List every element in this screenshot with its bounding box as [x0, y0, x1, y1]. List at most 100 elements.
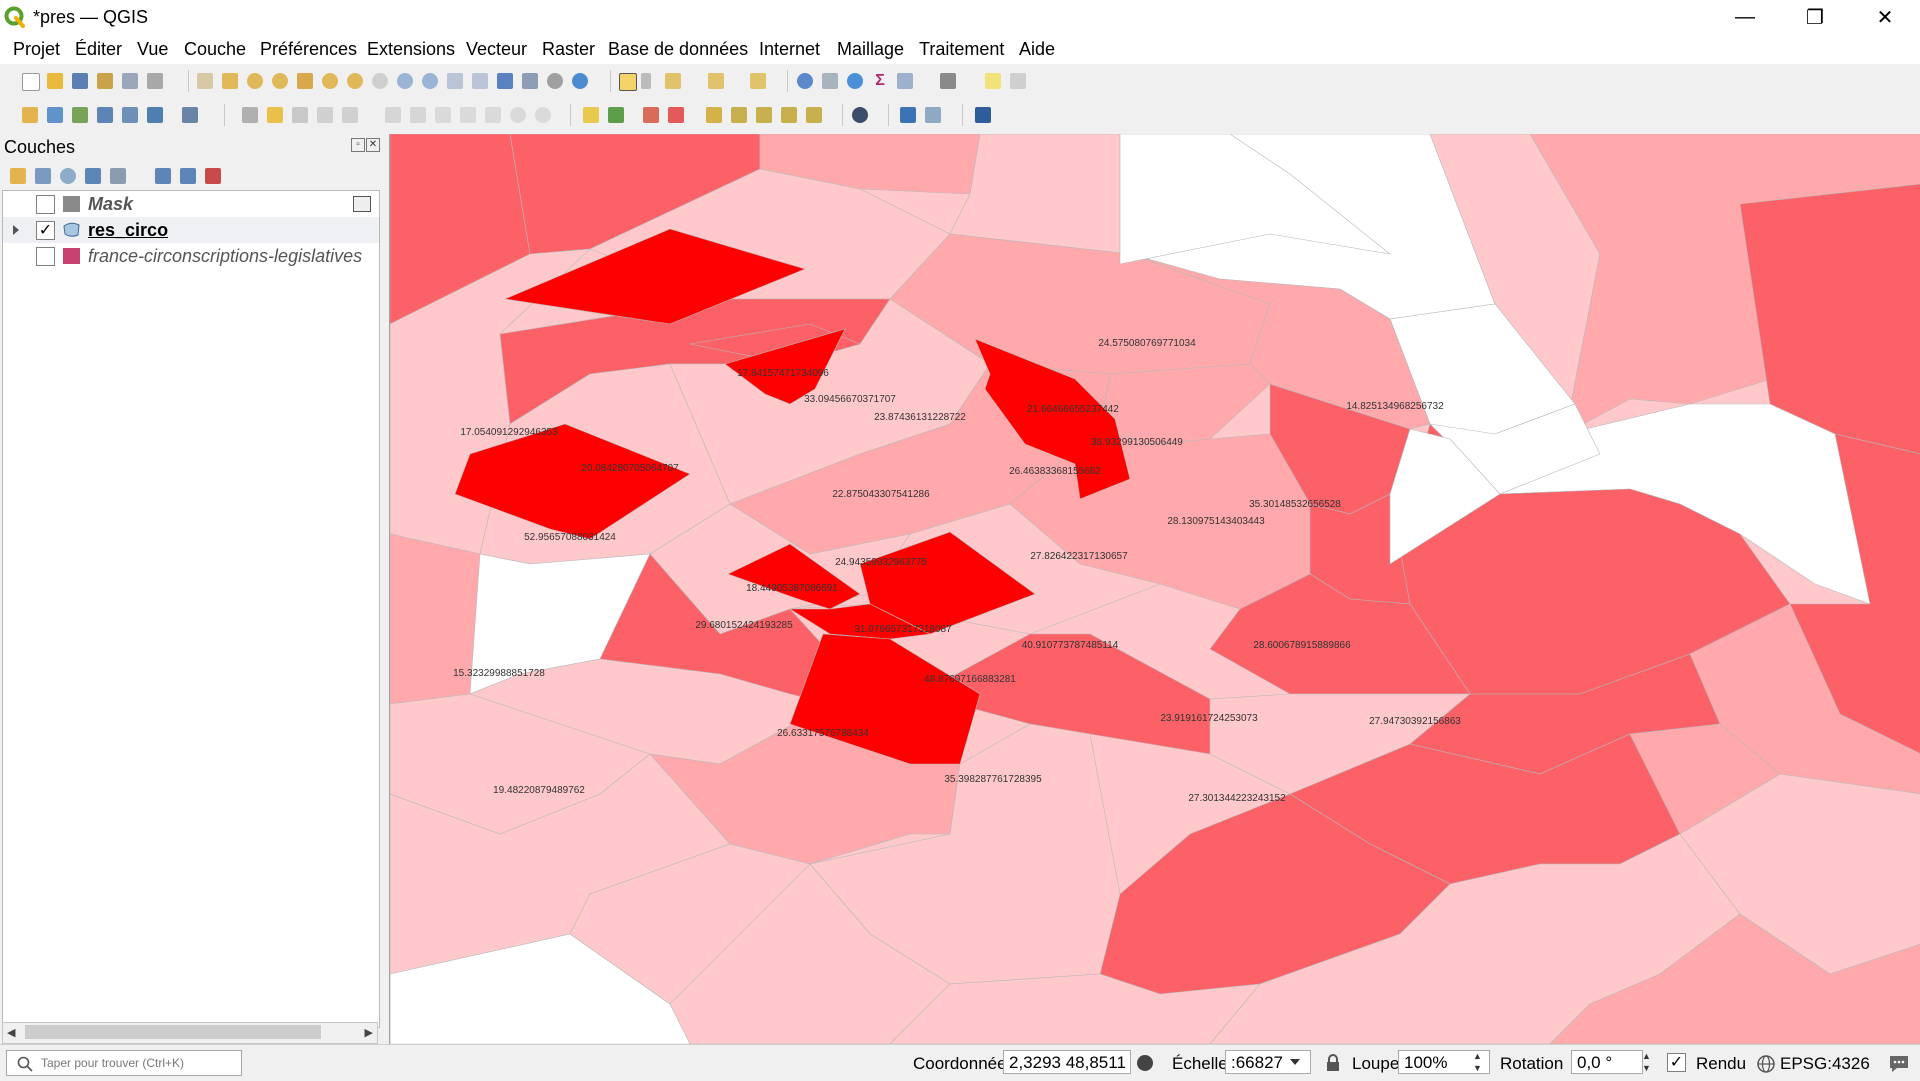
- new-print-layout-icon[interactable]: [97, 73, 113, 89]
- change-label-icon[interactable]: [781, 107, 797, 123]
- crs-label[interactable]: EPSG:4326: [1780, 1054, 1870, 1074]
- select-features-icon[interactable]: [619, 73, 637, 91]
- minimize-button[interactable]: —: [1710, 0, 1780, 34]
- statistics-icon[interactable]: Σ: [872, 73, 888, 89]
- deselect-icon[interactable]: [750, 73, 766, 89]
- zoom-full-icon[interactable]: [297, 73, 313, 89]
- pan-icon[interactable]: [197, 73, 213, 89]
- manage-map-themes-icon[interactable]: [60, 168, 76, 184]
- data-source-manager-icon[interactable]: [22, 107, 38, 123]
- choropleth-map[interactable]: 24.575080769771034 14.825134968256732 17.8…: [390, 134, 1920, 1044]
- diagram-tool-icon[interactable]: [643, 107, 659, 123]
- copy-features-icon[interactable]: [460, 107, 476, 123]
- menu-couche[interactable]: Couche: [184, 39, 246, 60]
- show-bookmarks-icon[interactable]: [522, 73, 538, 89]
- select-dropdown-icon[interactable]: [641, 73, 651, 89]
- vertex-tool-icon[interactable]: [342, 107, 358, 123]
- save-project-icon[interactable]: [72, 73, 88, 89]
- layer-row-res-circo[interactable]: ✓ res_circo: [3, 217, 379, 243]
- menu-vue[interactable]: Vue: [137, 39, 168, 60]
- style-manager-icon[interactable]: [147, 73, 163, 89]
- coordinate-toggle-icon[interactable]: [1137, 1055, 1153, 1071]
- map-canvas[interactable]: 24.575080769771034 14.825134968256732 17.8…: [389, 134, 1920, 1044]
- undo-icon[interactable]: [510, 107, 526, 123]
- menu-internet[interactable]: Internet: [759, 39, 820, 60]
- move-label-icon[interactable]: [731, 107, 747, 123]
- processing-toolbox-icon[interactable]: [847, 73, 863, 89]
- save-edits-icon[interactable]: [292, 107, 308, 123]
- pan-to-selection-icon[interactable]: [222, 73, 238, 89]
- locator-search-input[interactable]: Taper pour trouver (Ctrl+K): [6, 1050, 242, 1076]
- refresh-icon[interactable]: [572, 73, 588, 89]
- menu-traitement[interactable]: Traitement: [919, 39, 1004, 60]
- open-field-calculator-icon[interactable]: [897, 73, 913, 89]
- layer-tree-scrollbar[interactable]: ◀ ▶: [2, 1022, 378, 1044]
- expand-all-icon[interactable]: [155, 168, 171, 184]
- globe-icon[interactable]: [1756, 1054, 1776, 1074]
- toggle-editing-icon[interactable]: [267, 107, 283, 123]
- add-delimited-text-icon[interactable]: [72, 107, 88, 123]
- select-by-value-icon[interactable]: [665, 73, 681, 89]
- menu-preferences[interactable]: Préférences: [260, 39, 357, 60]
- zoom-out-icon[interactable]: [272, 73, 288, 89]
- identify-icon[interactable]: [797, 73, 813, 89]
- python-console-icon[interactable]: [900, 107, 916, 123]
- redo-icon[interactable]: [535, 107, 551, 123]
- zoom-to-selection-icon[interactable]: [322, 73, 338, 89]
- plugin-icon[interactable]: [925, 107, 941, 123]
- layout-manager-icon[interactable]: [122, 73, 138, 89]
- zoom-in-icon[interactable]: [247, 73, 263, 89]
- measure-icon[interactable]: [940, 73, 956, 89]
- select-by-expression-icon[interactable]: [708, 73, 724, 89]
- show-hide-labels-icon[interactable]: [706, 107, 722, 123]
- expand-arrow-icon[interactable]: [13, 225, 19, 235]
- annotations-icon[interactable]: [1010, 73, 1026, 89]
- pin-labels-icon[interactable]: [668, 107, 684, 123]
- layer-row-france-circonscriptions[interactable]: france-circonscriptions-legislatives: [3, 243, 379, 269]
- scale-dropdown-icon[interactable]: [1290, 1059, 1300, 1065]
- magnifier-spin-icon[interactable]: ▲ ▼: [1473, 1050, 1487, 1074]
- highlight-label-icon[interactable]: [608, 107, 624, 123]
- add-wms-icon[interactable]: [122, 107, 138, 123]
- help-contents-icon[interactable]: [975, 107, 991, 123]
- new-3d-map-icon[interactable]: [472, 73, 488, 89]
- open-project-icon[interactable]: [47, 73, 63, 89]
- rotation-spin-icon[interactable]: ▲ ▼: [1642, 1050, 1656, 1074]
- add-feature-icon[interactable]: [317, 107, 333, 123]
- menu-editer[interactable]: Éditer: [75, 39, 122, 60]
- layer-visibility-checkbox[interactable]: ✓: [36, 221, 55, 240]
- bookmark-icon[interactable]: [497, 73, 513, 89]
- panel-float-icon[interactable]: ▫: [351, 138, 365, 152]
- remove-layer-icon[interactable]: [205, 168, 221, 184]
- zoom-to-layer-icon[interactable]: [347, 73, 363, 89]
- add-postgis-icon[interactable]: [147, 107, 163, 123]
- new-project-icon[interactable]: [22, 73, 40, 91]
- menu-aide[interactable]: Aide: [1019, 39, 1055, 60]
- scrollbar-thumb[interactable]: [25, 1025, 321, 1039]
- paste-features-icon[interactable]: [485, 107, 501, 123]
- new-map-view-icon[interactable]: [447, 73, 463, 89]
- zoom-native-icon[interactable]: [372, 73, 388, 89]
- menu-maillage[interactable]: Maillage: [837, 39, 904, 60]
- modify-attributes-icon[interactable]: [385, 107, 401, 123]
- add-virtual-layer-icon[interactable]: [182, 107, 198, 123]
- lock-icon[interactable]: [1325, 1054, 1341, 1072]
- attribute-table-icon[interactable]: [822, 73, 838, 89]
- coordinate-field[interactable]: 2,3293 48,8511: [1003, 1050, 1131, 1074]
- restore-button[interactable]: ❐: [1780, 0, 1850, 34]
- filter-legend-icon[interactable]: [85, 168, 101, 184]
- layer-row-mask[interactable]: Mask: [3, 191, 379, 217]
- cut-features-icon[interactable]: [435, 107, 451, 123]
- label-tool-icon[interactable]: [583, 107, 599, 123]
- zoom-last-icon[interactable]: [397, 73, 413, 89]
- zoom-next-icon[interactable]: [422, 73, 438, 89]
- quickmap-services-icon[interactable]: [852, 107, 868, 123]
- collapse-all-icon[interactable]: [180, 168, 196, 184]
- layer-visibility-checkbox[interactable]: [36, 247, 55, 266]
- menu-extensions[interactable]: Extensions: [367, 39, 455, 60]
- layer-visibility-checkbox[interactable]: [36, 195, 55, 214]
- add-vector-layer-icon[interactable]: [47, 107, 63, 123]
- filter-by-expression-icon[interactable]: [110, 168, 126, 184]
- panel-close-icon[interactable]: ✕: [366, 138, 380, 152]
- current-edits-icon[interactable]: [242, 107, 258, 123]
